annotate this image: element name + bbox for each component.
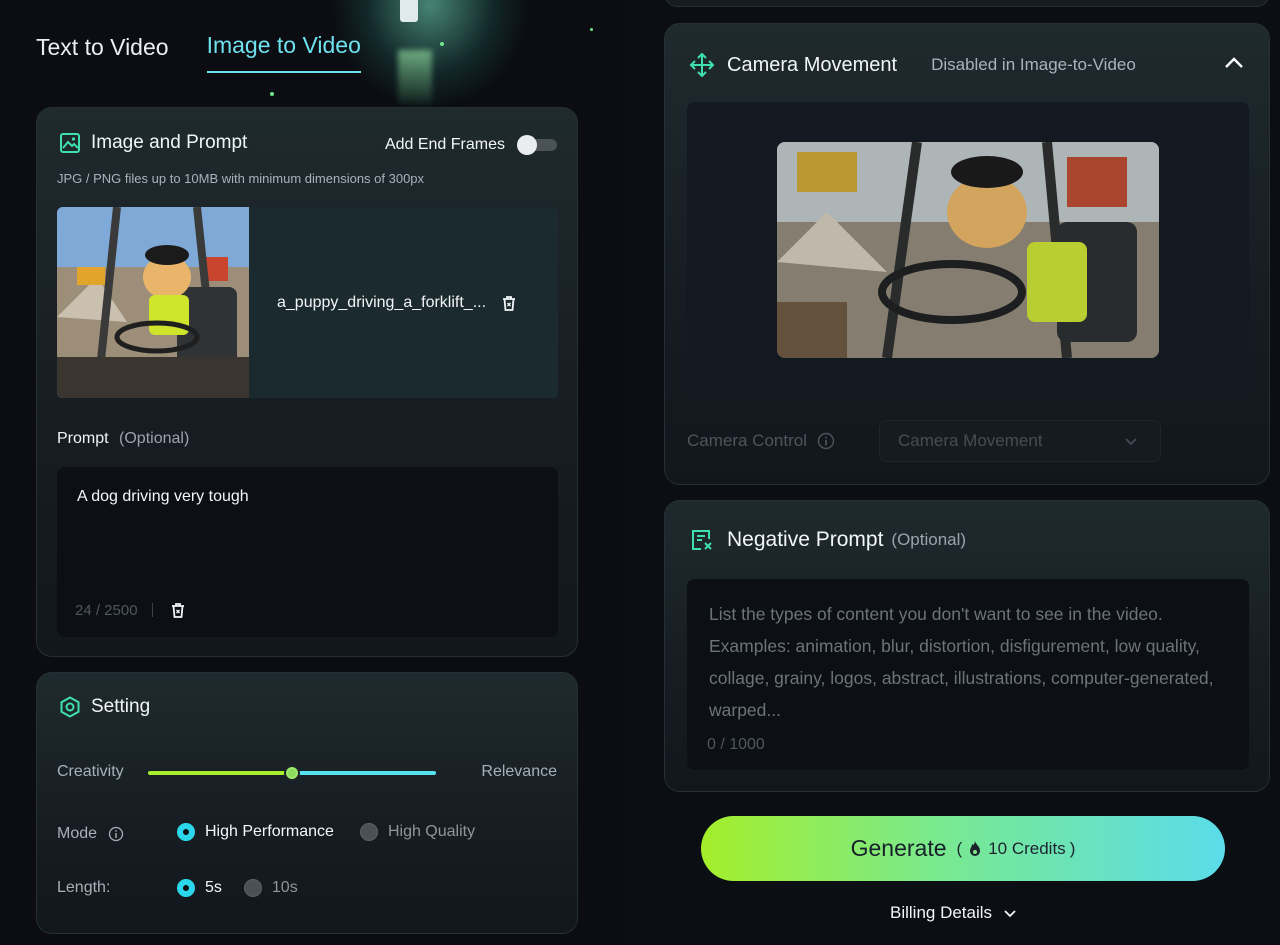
right-column: Camera Movement Disabled in Image-to-Vid… [628, 0, 1280, 945]
setting-header: Setting [59, 696, 150, 718]
tab-image-to-video[interactable]: Image to Video [206, 32, 361, 73]
generate-label: Generate [850, 835, 947, 861]
image-prompt-header: Image and Prompt [59, 132, 247, 154]
clear-prompt-trash-icon[interactable] [167, 599, 189, 621]
end-frames-control: Add End Frames [384, 135, 557, 155]
length-label: Length: [57, 879, 111, 896]
divider [151, 603, 153, 617]
setting-title: Setting [91, 696, 151, 717]
mode-label-row: Mode [57, 823, 127, 845]
length-5s-radio[interactable]: 5s [177, 879, 222, 897]
prompt-value: A dog driving very tough [77, 488, 249, 505]
creativity-relevance-slider[interactable] [148, 765, 436, 781]
radio-indicator [177, 879, 195, 897]
negative-prompt-title: Negative Prompt [727, 528, 884, 551]
relevance-label: Relevance [481, 763, 557, 780]
mode-option-label: High Quality [387, 823, 476, 840]
flame-icon [966, 840, 984, 858]
close-paren: ) [1069, 838, 1076, 858]
camera-select-value: Camera Movement [898, 431, 1043, 450]
camera-disabled-note: Disabled in Image-to-Video [931, 55, 1136, 74]
generate-button[interactable]: Generate ( 10 Credits ) [701, 816, 1225, 881]
prompt-footer: 24 / 2500 [75, 599, 189, 621]
mode-radio-group: High Performance High Quality [177, 823, 475, 841]
mode-high-quality-radio[interactable]: High Quality [359, 823, 476, 841]
setting-card: Setting Creativity Relevance Mode High P… [36, 672, 578, 934]
uploaded-image-area[interactable]: a_puppy_driving_a_forklift_... [57, 207, 558, 398]
mode-label: Mode [57, 825, 98, 842]
uploaded-image-thumbnail [57, 207, 249, 398]
prompt-label-row: Prompt (Optional) [57, 430, 189, 448]
negative-prompt-header: Negative Prompt (Optional) [689, 527, 966, 553]
sparkle-dot [270, 92, 274, 96]
negative-prompt-optional: (Optional) [891, 530, 967, 549]
slider-handle[interactable] [284, 765, 300, 781]
camera-movement-title: Camera Movement [727, 53, 898, 76]
billing-details-label: Billing Details [890, 903, 993, 922]
camera-control-label-row: Camera Control [687, 430, 837, 452]
sparkle-dot [440, 42, 444, 46]
negative-prompt-char-count: 0 / 1000 [707, 736, 765, 753]
radio-indicator [243, 879, 262, 897]
radio-indicator [359, 823, 378, 841]
previous-card-edge [664, 0, 1270, 7]
image-prompt-card: Image and Prompt Add End Frames JPG / PN… [36, 107, 578, 657]
info-icon[interactable] [105, 823, 127, 845]
length-option-label: 5s [205, 879, 222, 896]
image-prompt-title: Image and Prompt [91, 132, 248, 153]
file-name: a_puppy_driving_a_forklift_... [277, 294, 487, 311]
prompt-textarea[interactable]: A dog driving very tough 24 / 2500 [57, 467, 558, 637]
chevron-down-icon [1002, 905, 1018, 921]
chevron-up-icon[interactable] [1223, 52, 1245, 74]
mode-tabs: Text to Video Image to Video [36, 32, 361, 73]
billing-details-toggle[interactable]: Billing Details [890, 903, 1018, 923]
camera-preview-image [777, 142, 1159, 358]
radio-indicator [177, 823, 195, 841]
end-frames-toggle[interactable] [517, 135, 557, 155]
open-paren: ( [956, 838, 963, 858]
tab-text-to-video[interactable]: Text to Video [36, 34, 169, 73]
end-frames-label: Add End Frames [384, 136, 505, 153]
prompt-optional-label: (Optional) [119, 430, 190, 447]
prompt-label: Prompt [57, 430, 109, 447]
camera-movement-card: Camera Movement Disabled in Image-to-Vid… [664, 23, 1270, 485]
hero-decoration [400, 0, 418, 22]
camera-movement-select: Camera Movement [879, 420, 1161, 462]
image-icon [59, 132, 81, 154]
hexagon-settings-icon [59, 696, 81, 718]
move-arrows-icon [689, 52, 715, 78]
negative-prompt-placeholder: List the types of content you don't want… [709, 604, 1214, 720]
length-10s-radio[interactable]: 10s [243, 879, 298, 897]
prompt-char-count: 24 / 2500 [75, 601, 138, 619]
credits-value: 10 Credits [988, 838, 1066, 858]
left-column: Text to Video Image to Video Image and P… [0, 0, 628, 945]
credits-badge: ( 10 Credits ) [957, 839, 1076, 859]
upload-requirements: JPG / PNG files up to 10MB with minimum … [57, 171, 425, 186]
info-icon [815, 430, 837, 452]
hero-reflection [398, 50, 432, 105]
trash-icon[interactable] [498, 292, 520, 314]
negative-prompt-card: Negative Prompt (Optional) List the type… [664, 500, 1270, 792]
length-option-label: 10s [271, 879, 298, 896]
chevron-down-icon [1120, 430, 1142, 452]
document-x-icon [689, 527, 715, 553]
mode-high-performance-radio[interactable]: High Performance [177, 823, 334, 841]
camera-preview-area [687, 102, 1249, 398]
creativity-label: Creativity [57, 763, 124, 780]
length-radio-group: 5s 10s [177, 879, 298, 897]
mode-option-label: High Performance [205, 823, 334, 840]
file-info-row: a_puppy_driving_a_forklift_... [277, 292, 520, 314]
camera-movement-header: Camera Movement Disabled in Image-to-Vid… [689, 52, 1136, 78]
sparkle-dot [590, 28, 593, 31]
camera-control-label: Camera Control [687, 431, 807, 450]
negative-prompt-textarea[interactable]: List the types of content you don't want… [687, 579, 1249, 770]
